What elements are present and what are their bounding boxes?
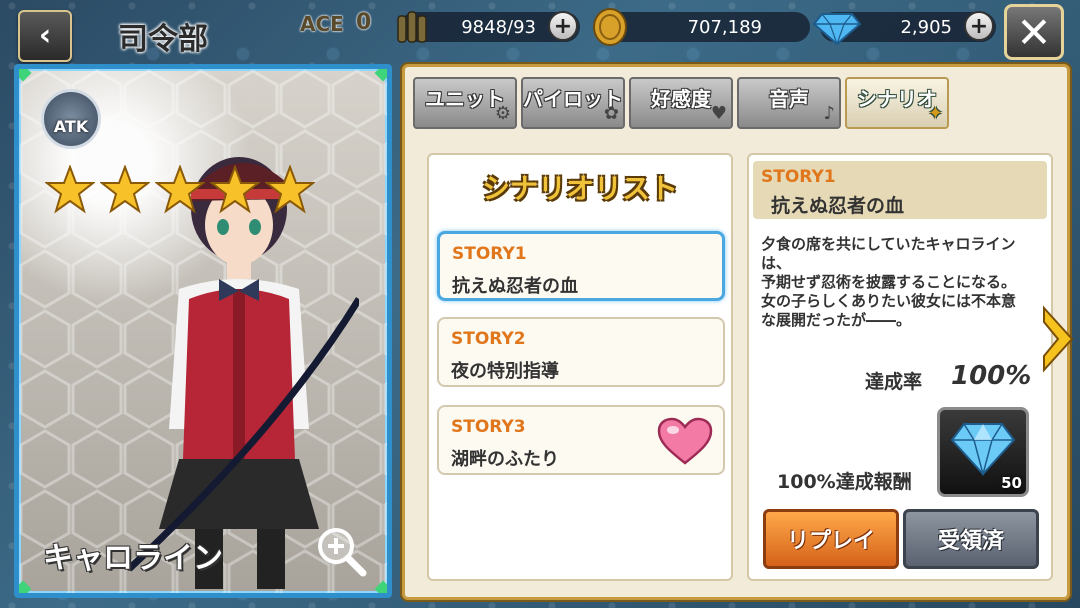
gem-value: 2,905 [900,16,952,38]
scenario-list-title: シナリオリスト [481,172,678,205]
completion-rate-value: 100% [951,361,1032,391]
coin-icon [593,8,627,46]
coin-resource: 707,189 [600,12,810,42]
star-icon [264,164,317,214]
plus-icon: + [969,13,989,39]
heart-icon [657,417,713,465]
tab-affection[interactable]: 好感度 ♥ [629,77,733,129]
scenario-panel: ユニット ⚙ パイロット ✿ 好感度 ♥ 音声 ♪ シナリオ ✦ シナリオリスト… [402,64,1070,600]
story-title: 湖畔のふたり [451,449,559,470]
ace-label: ACE [300,12,344,36]
ace-value: 0 [356,10,372,35]
replay-button[interactable]: リプレイ [763,509,899,569]
story-description: 夕食の席を共にしていたキャロライン は、 予期せず忍術を披露することになる。 女… [761,235,1017,329]
story-label: STORY2 [451,329,526,349]
ammo-plus-button[interactable]: + [548,11,578,41]
character-card[interactable]: ATK キャロライン [14,64,392,598]
story-item-3[interactable]: STORY3 湖畔のふたり [437,405,725,475]
sparkle-icon: ✦ [927,103,943,124]
reward-label: 100%達成報酬 [777,471,912,493]
coin-value: 707,189 [687,16,762,38]
detail-story-label: STORY1 [761,167,836,187]
story-item-2[interactable]: STORY2 夜の特別指導 [437,317,725,387]
scenario-list: シナリオリスト STORY1 抗えぬ忍者の血 STORY2 夜の特別指導 STO… [427,153,733,581]
tab-pilot[interactable]: パイロット ✿ [521,77,625,129]
page-title: 司令部 [118,22,208,57]
back-arrow-icon: ‹ [38,18,52,53]
story-label: STORY3 [451,417,526,437]
tab-bar: ユニット ⚙ パイロット ✿ 好感度 ♥ 音声 ♪ シナリオ ✦ [413,77,949,129]
detail-story-title: 抗えぬ忍者の血 [771,195,905,217]
tab-label: 好感度 [651,87,711,111]
story-label: STORY1 [452,244,527,264]
reward-count: 50 [1001,474,1022,492]
tab-label: ユニット [425,87,505,111]
heart-icon: ♥ [710,103,727,124]
star-icon [44,164,96,214]
star-icon [209,164,262,214]
plus-icon: + [553,13,573,39]
detail-header: STORY1 抗えぬ忍者の血 [753,161,1047,219]
top-bar: ‹ 司令部 ACE 0 9848/93 + 707,189 2,905 + ✕ [0,0,1080,62]
reward-item[interactable]: 50 [937,407,1029,497]
story-title: 夜の特別指導 [451,361,559,382]
claimed-button[interactable]: 受領済 [903,509,1039,569]
story-item-1[interactable]: STORY1 抗えぬ忍者の血 [437,231,725,301]
tab-unit[interactable]: ユニット ⚙ [413,77,517,129]
atk-badge: ATK [41,89,101,149]
tab-voice[interactable]: 音声 ♪ [737,77,841,129]
close-icon: ✕ [1016,7,1052,57]
zoom-icon[interactable] [315,525,367,577]
ammo-icon [397,11,427,43]
next-arrow-icon[interactable] [1040,304,1076,374]
gem-plus-button[interactable]: + [964,11,994,41]
flower-icon: ✿ [603,103,619,124]
gem-icon [950,423,1016,476]
close-button[interactable]: ✕ [1004,4,1064,60]
story-title: 抗えぬ忍者の血 [452,276,578,297]
tab-label: 音声 [769,87,809,111]
tab-scenario[interactable]: シナリオ ✦ [845,77,949,129]
star-icon [99,164,151,214]
back-button[interactable]: ‹ [18,10,72,62]
tab-label: シナリオ [857,87,937,111]
role-badge-label: ATK [53,117,89,136]
ammo-value: 9848/93 [461,16,536,38]
music-note-icon: ♪ [823,103,836,124]
star-icon [154,164,207,214]
gem-icon [812,13,862,46]
rarity-stars [44,164,317,223]
completion-rate-label: 達成率 [865,371,923,393]
gear-icon: ⚙ [494,103,511,124]
character-name: キャロライン [43,541,223,576]
story-detail: STORY1 抗えぬ忍者の血 夕食の席を共にしていたキャロライン は、 予期せず… [747,153,1053,581]
